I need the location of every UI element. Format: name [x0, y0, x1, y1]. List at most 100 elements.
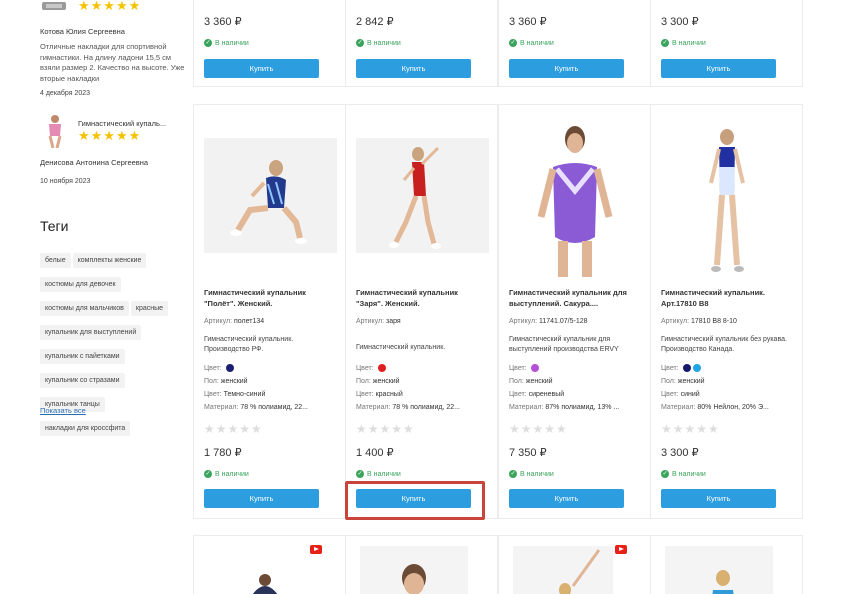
review-thumb-leotard[interactable]	[40, 114, 70, 149]
tag[interactable]: комплекты женские	[72, 253, 147, 268]
product-card	[650, 535, 803, 594]
review-text: Отличные накладки для спортивной гимнаст…	[40, 42, 185, 83]
tag[interactable]: купальник с пайетками	[40, 349, 125, 364]
check-icon: ✓	[204, 39, 212, 47]
product-title[interactable]: Гимнастический купальник "Полёт". Женски…	[204, 287, 334, 309]
tag[interactable]: костюмы для мальчиков	[40, 301, 129, 316]
stock-status: ✓ В наличии	[509, 39, 554, 47]
color-swatch[interactable]	[377, 364, 386, 372]
product-image[interactable]	[509, 117, 642, 277]
buy-button[interactable]: Купить	[661, 59, 776, 78]
product-material: Материал: 87% полиамид, 13% ...	[509, 404, 620, 411]
check-icon: ✓	[356, 470, 364, 478]
product-description: Гимнастический купальник для выступлений…	[509, 336, 619, 353]
product-color: Цвет:	[204, 364, 234, 372]
product-color: Цвет:	[356, 364, 386, 372]
stock-status: ✓ В наличии	[204, 470, 249, 478]
show-all-tags-link[interactable]: Показать все	[40, 406, 86, 415]
rating-stars[interactable]: ★★★★★	[204, 422, 263, 436]
price: 3 360 ₽	[509, 16, 547, 28]
product-card: Гимнастический купальник для выступлений…	[498, 104, 651, 519]
check-icon: ✓	[356, 39, 364, 47]
highlight-frame	[345, 481, 485, 520]
price: 7 350 ₽	[509, 447, 547, 459]
product-title[interactable]: Гимнастический купальник "Заря". Женский…	[356, 287, 486, 309]
product-image[interactable]	[513, 546, 613, 594]
check-icon: ✓	[661, 470, 669, 478]
buy-button[interactable]: Купить	[204, 59, 319, 78]
product-color-name: Цвет: красный	[356, 391, 403, 398]
stock-status: ✓ В наличии	[509, 470, 554, 478]
product-card: 3 300 ₽ ✓ В наличии Купить	[650, 0, 803, 87]
review-stars: ★★★★★	[78, 128, 142, 143]
check-icon: ✓	[509, 470, 517, 478]
product-card	[498, 535, 651, 594]
product-card	[193, 535, 346, 594]
product-material: Материал: 78 % полиамид, 22...	[356, 404, 460, 411]
price: 2 842 ₽	[356, 16, 394, 28]
product-card: Гимнастический купальник "Заря". Женский…	[345, 104, 498, 519]
tag[interactable]: купальник со стразами	[40, 373, 125, 388]
stock-status: ✓ В наличии	[661, 39, 706, 47]
buy-button[interactable]: Купить	[509, 489, 624, 508]
review-thumb-grips[interactable]	[40, 0, 70, 14]
buy-button[interactable]: Купить	[509, 59, 624, 78]
product-image[interactable]	[240, 574, 290, 594]
price: 1 400 ₽	[356, 447, 394, 459]
review-stars: ★★★★★	[78, 0, 142, 13]
product-card: 3 360 ₽ ✓ В наличии Купить	[498, 0, 651, 87]
stock-status: ✓ В наличии	[356, 39, 401, 47]
product-image[interactable]	[356, 138, 489, 253]
product-card: Гимнастический купальник "Полёт". Женски…	[193, 104, 346, 519]
review-product-name[interactable]: Гимнастический купаль...	[78, 119, 188, 128]
color-swatch[interactable]	[530, 364, 539, 372]
buy-button[interactable]: Купить	[356, 59, 471, 78]
rating-stars[interactable]: ★★★★★	[661, 422, 720, 436]
rating-stars[interactable]: ★★★★★	[356, 422, 415, 436]
product-article: Артикул: полет134	[204, 318, 265, 325]
product-article: Артикул: заря	[356, 318, 401, 325]
product-material: Материал: 78 % полиамид, 22...	[204, 404, 308, 411]
product-gender: Пол: женский	[509, 378, 553, 385]
buy-button[interactable]: Купить	[661, 489, 776, 508]
color-swatch[interactable]	[682, 364, 691, 372]
product-image[interactable]	[204, 138, 337, 253]
tag[interactable]: костюмы для девочек	[40, 277, 121, 292]
tags-title: Теги	[40, 218, 69, 234]
product-color: Цвет:	[661, 364, 701, 372]
product-color-name: Цвет: Темно-синий	[204, 391, 266, 398]
youtube-icon[interactable]	[615, 545, 627, 554]
stock-status: ✓ В наличии	[661, 470, 706, 478]
product-gender: Пол: женский	[204, 378, 248, 385]
review-date: 4 декабря 2023	[40, 90, 91, 97]
product-title[interactable]: Гимнастический купальник для выступлений…	[509, 287, 639, 309]
tag[interactable]: накладки для кроссфита	[40, 421, 131, 436]
price: 3 360 ₽	[204, 16, 242, 28]
product-card	[345, 535, 498, 594]
product-title[interactable]: Гимнастический купальник. Арт.17810 B8	[661, 287, 791, 309]
youtube-icon[interactable]	[310, 545, 322, 554]
rating-stars[interactable]: ★★★★★	[509, 422, 568, 436]
price: 3 300 ₽	[661, 447, 699, 459]
price: 1 780 ₽	[204, 447, 242, 459]
product-description: Гимнастический купальник. Производство Р…	[204, 336, 294, 353]
color-swatch[interactable]	[225, 364, 234, 372]
tag[interactable]: красные	[130, 301, 169, 316]
tag[interactable]: белые	[40, 253, 71, 268]
stock-status: ✓ В наличии	[204, 39, 249, 47]
product-gender: Пол: женский	[661, 378, 705, 385]
stock-status: ✓ В наличии	[356, 470, 401, 478]
product-image[interactable]	[665, 546, 773, 594]
product-description: Гимнастический купальник.	[356, 344, 446, 351]
check-icon: ✓	[661, 39, 669, 47]
check-icon: ✓	[204, 470, 212, 478]
product-material: Материал: 80% Нейлон, 20% Э...	[661, 404, 769, 411]
product-card: Гимнастический купальник. Арт.17810 B8 А…	[650, 104, 803, 519]
product-image[interactable]	[661, 117, 794, 277]
review-author: Денисова Антонина Сергеевна	[40, 158, 149, 167]
product-image[interactable]	[360, 546, 468, 594]
tag[interactable]: купальник для выступлений	[40, 325, 142, 340]
product-color-name: Цвет: сиреневый	[509, 391, 565, 398]
buy-button[interactable]: Купить	[204, 489, 319, 508]
color-swatch[interactable]	[692, 364, 701, 372]
